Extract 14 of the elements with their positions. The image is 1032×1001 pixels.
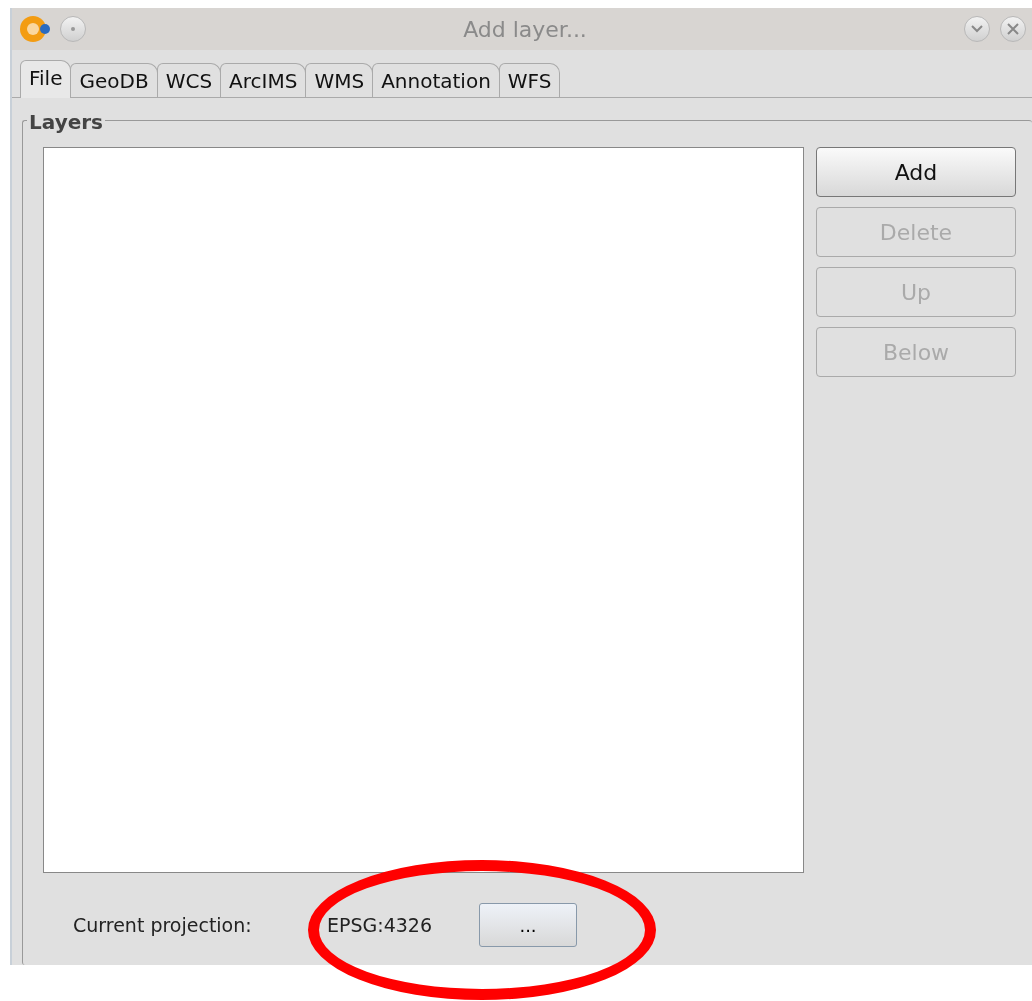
menu-button[interactable]: [60, 16, 86, 42]
app-logo-icon: [18, 13, 50, 45]
minimize-button[interactable]: [964, 16, 990, 42]
tab[interactable]: WFS: [498, 63, 561, 97]
window-title: Add layer...: [462, 15, 588, 44]
close-icon: [1007, 23, 1019, 35]
tab[interactable]: File: [20, 60, 72, 98]
projection-value: EPSG:4326: [327, 912, 433, 938]
choose-projection-button[interactable]: ...: [479, 903, 577, 947]
dot-icon: [70, 26, 76, 32]
projection-label: Current projection:: [73, 912, 253, 938]
action-button[interactable]: Add: [816, 147, 1016, 197]
chevron-down-icon: [971, 25, 983, 33]
close-button[interactable]: [1000, 16, 1026, 42]
